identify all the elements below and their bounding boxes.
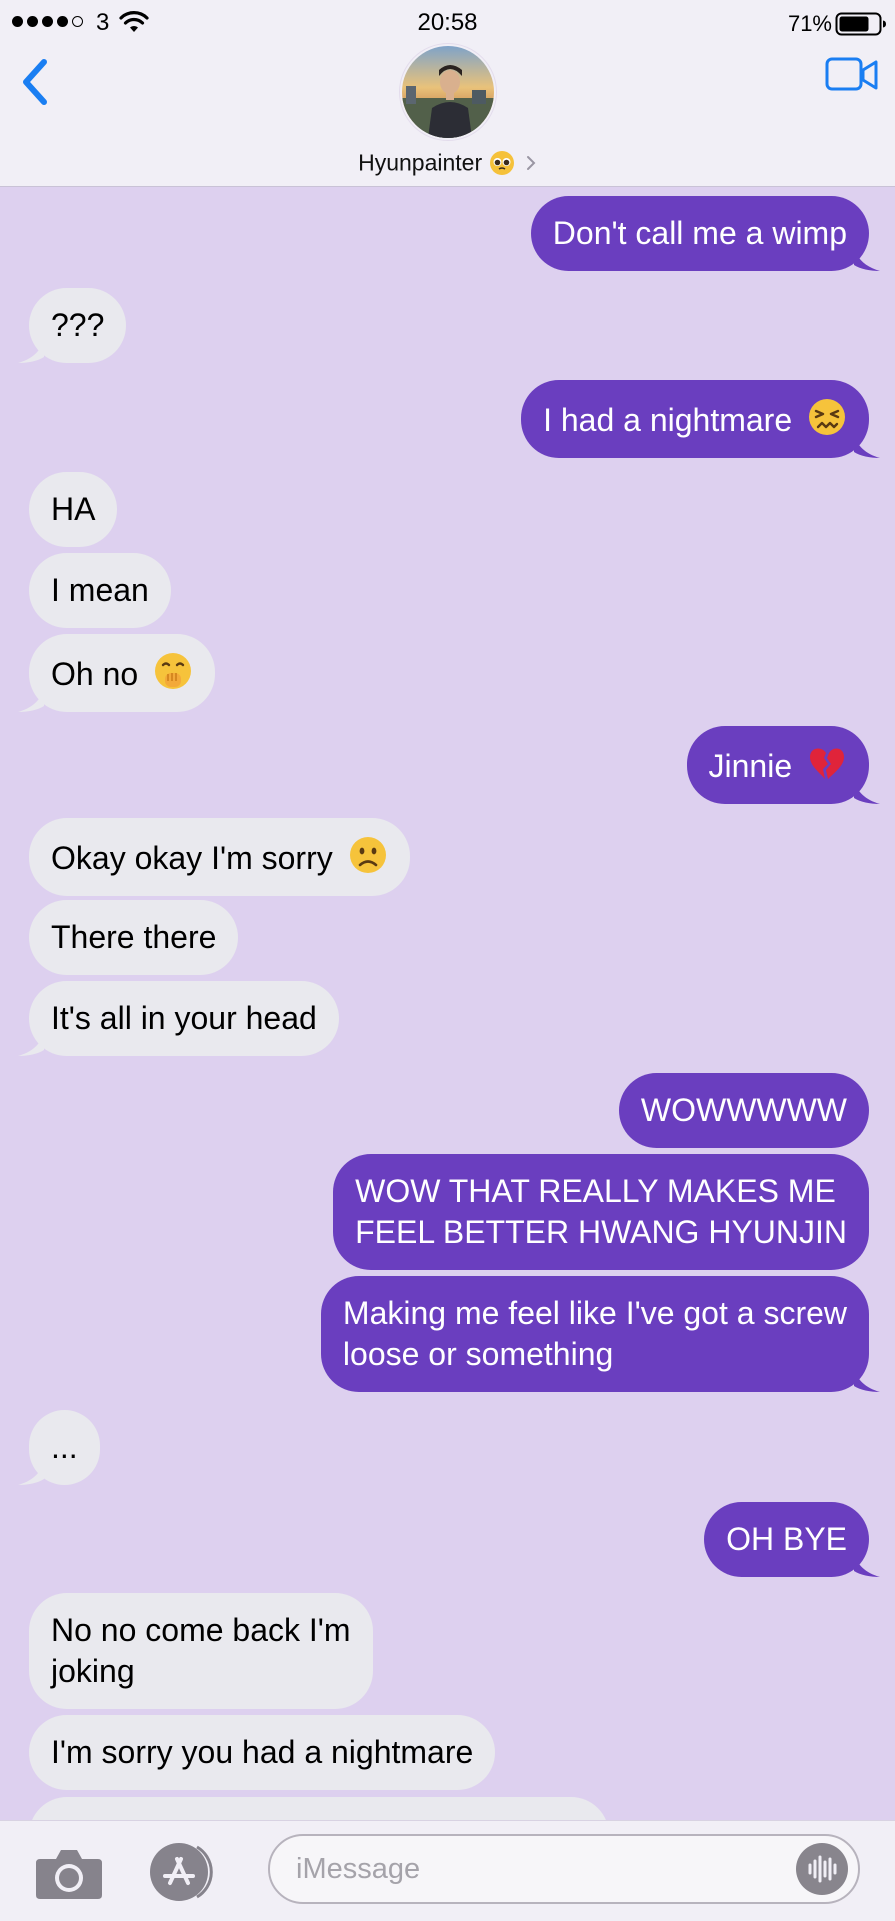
pleading-face-emoji <box>489 150 514 175</box>
message-bubble-outgoing[interactable]: WOWWWWW <box>618 1073 869 1148</box>
conversation-header: Hyunpainter <box>0 46 895 187</box>
message-bubble-outgoing[interactable]: Don't call me a wimp <box>530 196 869 271</box>
imessage-placeholder: iMessage <box>296 1853 421 1885</box>
message-bubble-incoming[interactable]: I mean <box>29 553 171 628</box>
contact-name-row[interactable]: Hyunpainter <box>0 148 895 176</box>
imessage-input[interactable]: iMessage <box>268 1834 860 1904</box>
clock: 20:58 <box>417 9 478 36</box>
chevron-right-icon <box>526 155 536 170</box>
message-bubble-incoming[interactable]: Oh no <box>29 634 216 712</box>
message-thread[interactable]: Don't call me a wimp ??? I had a nightma… <box>0 187 895 1820</box>
message-bubble-incoming[interactable]: Okay okay I'm sorry <box>29 818 410 896</box>
message-bubble-outgoing[interactable]: I had a nightmare <box>521 380 869 458</box>
broken-heart-emoji <box>810 748 844 779</box>
message-bubble-incoming[interactable]: HA <box>29 472 118 547</box>
status-bar: 3 20:58 71% <box>0 0 895 46</box>
facetime-video-icon[interactable] <box>825 56 879 94</box>
back-chevron-icon[interactable] <box>14 52 54 112</box>
message-bubble-incoming[interactable]: ... <box>29 1410 100 1485</box>
message-bubble-incoming[interactable]: There there <box>29 900 239 975</box>
message-bubble-outgoing[interactable]: Making me feel like I've got a screw loo… <box>320 1276 869 1392</box>
message-bubble-incoming-partial[interactable] <box>29 1797 609 1820</box>
message-bubble-outgoing[interactable]: OH BYE <box>704 1502 869 1577</box>
contact-name: Hyunpainter <box>358 149 483 176</box>
battery-icon <box>835 12 886 36</box>
message-bubble-outgoing[interactable]: WOW THAT REALLY MAKES ME FEEL BETTER HWA… <box>333 1154 869 1270</box>
message-bubble-outgoing[interactable]: Jinnie <box>686 726 869 804</box>
confounded-face-emoji <box>809 399 845 435</box>
hand-over-mouth-emoji <box>155 653 192 689</box>
message-bubble-incoming[interactable]: It's all in your head <box>29 981 339 1056</box>
message-bubble-incoming[interactable]: I'm sorry you had a nightmare <box>29 1715 496 1790</box>
message-composer-bar: iMessage <box>0 1820 895 1921</box>
camera-icon[interactable] <box>34 1845 104 1901</box>
app-store-icon[interactable] <box>148 1841 226 1903</box>
message-bubble-incoming[interactable]: No no come back I'm joking <box>29 1593 373 1709</box>
contact-avatar[interactable] <box>402 46 494 138</box>
battery-percent: 71% <box>787 11 832 36</box>
audio-waveform-button[interactable] <box>796 1843 848 1895</box>
message-bubble-incoming[interactable]: ??? <box>29 288 127 363</box>
waveform-icon <box>808 1855 837 1883</box>
frowning-face-emoji <box>349 837 386 873</box>
